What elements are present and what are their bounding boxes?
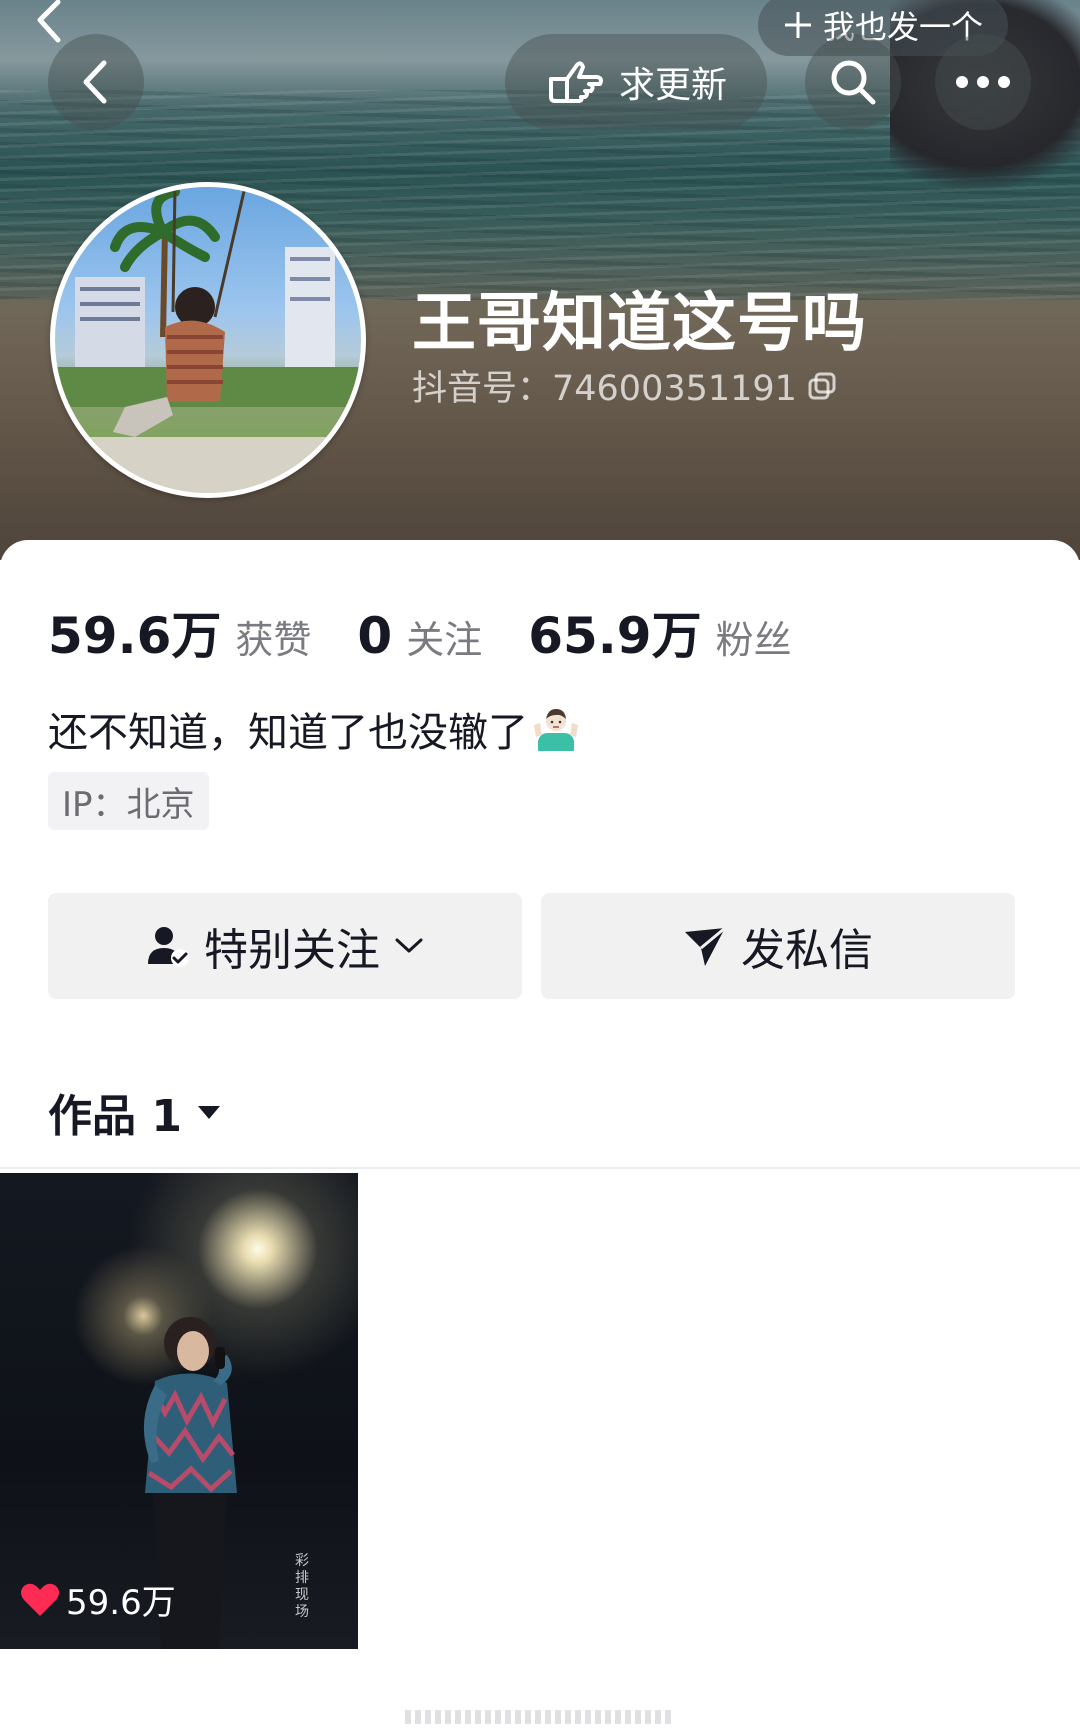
video-like-count: 59.6万 [20,1575,176,1624]
pointing-hand-icon [548,61,603,103]
following-label[interactable]: 关注 [406,609,482,664]
nickname: 王哥知道这号吗 [412,287,867,361]
special-follow-label: 特别关注 [204,925,380,976]
video-thumbnail[interactable]: 59.6万 彩排现场 [0,1173,358,1649]
heart-icon [21,1583,59,1616]
video-like-value: 59.6万 [66,1583,176,1623]
avatar[interactable] [50,182,366,498]
copy-icon[interactable] [807,371,837,401]
chevron-down-icon [395,938,423,953]
following-count[interactable]: 0 [357,607,392,665]
video-watermark-text: 彩排现场 [295,1553,309,1620]
more-dots-icon [956,76,1010,88]
request-update-label: 求更新 [618,65,727,106]
bio: 还不知道，知道了也没辙了 [48,700,578,758]
special-follow-button[interactable]: 特别关注 [48,893,522,999]
followers-count[interactable]: 65.9万 [528,596,701,668]
user-check-icon [148,927,189,967]
ip-location-tag: IP：北京 [48,772,209,830]
search-icon [831,60,876,105]
tab-divider [0,1167,1080,1169]
likes-count[interactable]: 59.6万 [48,596,221,668]
profile-card: 59.6万 获赞 0 关注 65.9万 粉丝 还不知道，知道了也没辙了 IP：北… [0,540,1080,1735]
likes-label[interactable]: 获赞 [235,609,311,664]
system-back-icon[interactable] [30,0,70,50]
paper-plane-icon [685,926,726,966]
request-update-button[interactable]: 求更新 [505,34,767,130]
send-message-label: 发私信 [741,925,873,976]
works-tab-label: 作品 1 [48,1091,182,1142]
douyin-id-text: 抖音号：74600351191 [412,369,797,409]
caret-down-icon [197,1106,220,1119]
back-button[interactable] [48,34,144,130]
avatar-photo [55,187,361,493]
plus-icon [784,12,811,38]
send-message-button[interactable]: 发私信 [541,893,1015,999]
shrug-emoji-icon [534,707,578,751]
bio-text: 还不知道，知道了也没辙了 [48,710,528,756]
douyin-id-row[interactable]: 抖音号：74600351191 [412,360,837,411]
more-button[interactable] [935,34,1031,130]
tab-works[interactable]: 作品 1 [48,1080,222,1144]
followers-label[interactable]: 粉丝 [716,609,792,664]
back-arrow-icon [83,60,107,104]
search-button[interactable] [805,34,901,130]
bottom-indicator [405,1710,675,1724]
stats-row: 59.6万 获赞 0 关注 65.9万 粉丝 [48,596,838,668]
